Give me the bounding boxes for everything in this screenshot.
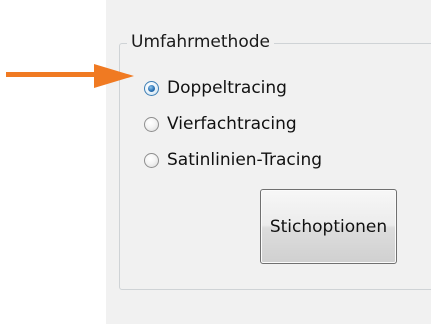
radio-label: Vierfachtracing — [167, 114, 297, 134]
radio-option-doppeltracing[interactable]: Doppeltracing — [144, 76, 287, 100]
radio-dot — [148, 84, 155, 92]
radio-button[interactable] — [144, 116, 159, 132]
radio-button[interactable] — [144, 152, 159, 168]
group-title: Umfahrmethode — [127, 31, 274, 53]
radio-label: Doppeltracing — [167, 78, 287, 98]
radio-label: Satinlinien-Tracing — [167, 150, 323, 170]
arrow-right-icon — [6, 64, 134, 88]
radio-option-vierfachtracing[interactable]: Vierfachtracing — [144, 112, 297, 136]
screenshot-stage: Umfahrmethode Doppeltracing Vierfachtrac… — [0, 0, 431, 324]
stitch-options-button[interactable]: Stichoptionen — [260, 189, 397, 264]
radio-button-checked[interactable] — [144, 80, 159, 96]
radio-option-satinlinien-tracing[interactable]: Satinlinien-Tracing — [144, 148, 322, 172]
